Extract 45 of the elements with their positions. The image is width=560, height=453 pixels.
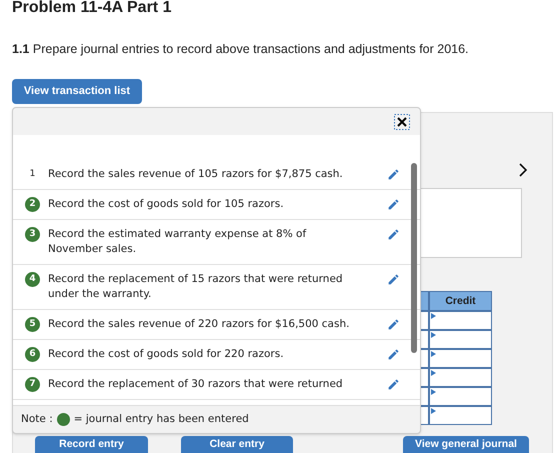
chevron-right-icon[interactable] — [518, 163, 528, 177]
credit-field[interactable] — [428, 311, 492, 330]
entered-number-badge: 3 — [25, 227, 40, 242]
transaction-text[interactable]: Record the sales revenue of 220 razors for $16,500 cash. — [48, 317, 358, 332]
view-transaction-list-button[interactable]: View transaction list — [12, 79, 142, 104]
pencil-icon[interactable] — [387, 378, 400, 391]
transaction-number: 1 — [28, 168, 36, 181]
pencil-icon[interactable] — [387, 168, 400, 181]
transaction-text[interactable]: Record the cost of goods sold for 220 razors. — [48, 347, 358, 362]
note-label: Note : — [21, 412, 53, 427]
entered-number-badge: 7 — [25, 377, 40, 392]
entered-number-badge: 5 — [25, 317, 40, 332]
transaction-text[interactable]: Record the replacement of 15 razors that were returned under the warranty. — [48, 272, 358, 302]
credit-header: Credit — [428, 291, 492, 311]
triangle-icon — [431, 408, 436, 414]
instruction-text: 1.1 Prepare journal entries to record above transactions and adjustments for 2016. — [12, 41, 470, 57]
transaction-text[interactable]: Record the replacement of 30 razors that were returned — [48, 377, 358, 392]
transaction-text[interactable]: Record the sales revenue of 105 razors for $7,875 cash. — [48, 167, 358, 182]
credit-field[interactable] — [428, 387, 492, 406]
entered-number-badge: 6 — [25, 347, 40, 362]
triangle-icon — [431, 351, 436, 357]
pencil-icon[interactable] — [387, 198, 400, 211]
page-title: Problem 11-4A Part 1 — [12, 0, 172, 16]
credit-field[interactable] — [428, 406, 492, 425]
entered-number-badge: 2 — [25, 197, 40, 212]
credit-field[interactable] — [428, 330, 492, 349]
credit-field[interactable] — [428, 349, 492, 368]
view-general-journal-button[interactable]: View general journal — [403, 436, 529, 453]
transaction-text[interactable]: Record the cost of goods sold for 105 razors. — [48, 197, 358, 212]
pencil-icon[interactable] — [387, 318, 400, 331]
record-entry-button[interactable]: Record entry — [35, 436, 148, 453]
transaction-text[interactable]: Record the estimated warranty expense at 8% of November sales. — [48, 227, 358, 257]
clear-entry-button[interactable]: Clear entry — [181, 436, 293, 453]
credit-field[interactable] — [428, 368, 492, 387]
close-icon[interactable] — [394, 114, 410, 130]
triangle-icon — [431, 332, 436, 338]
note-text: = journal entry has been entered — [74, 412, 249, 427]
pencil-icon[interactable] — [387, 273, 400, 286]
scrollbar-thumb[interactable] — [411, 163, 417, 353]
entered-number-badge: 4 — [25, 272, 40, 287]
pencil-icon[interactable] — [387, 228, 400, 241]
pencil-icon[interactable] — [387, 348, 400, 361]
triangle-icon — [431, 389, 436, 395]
triangle-icon — [431, 313, 436, 319]
triangle-icon — [431, 370, 436, 376]
